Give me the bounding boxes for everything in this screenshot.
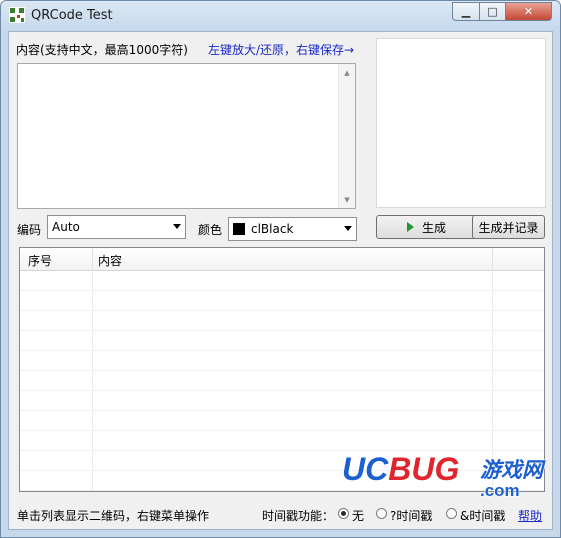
status-hint: 单击列表显示二维码，右键菜单操作 [17,509,210,523]
chevron-down-icon [173,224,181,229]
play-icon [406,222,414,232]
grid-row-line [20,390,544,391]
table-header: 序号 内容 [20,248,544,271]
close-button[interactable]: ✕ [505,2,552,21]
help-link[interactable]: 帮助 [518,507,542,524]
color-label: 颜色 [198,223,223,237]
svg-text:.com: .com [480,481,520,499]
column-header-content[interactable]: 内容 [98,252,122,269]
generate-record-button[interactable]: 生成并记录 [472,215,545,239]
grid-row-line [20,290,544,291]
grid-row-line [20,410,544,411]
timestamp-label: 时间戳功能： [262,509,335,523]
encoding-label: 编码 [17,223,42,237]
qrcode-preview[interactable] [376,38,546,208]
chevron-down-icon [344,226,352,231]
close-icon: ✕ [523,5,534,18]
grid-row-line [20,430,544,431]
svg-text:游戏网: 游戏网 [480,458,546,482]
minimize-icon: ▁ [461,5,471,18]
maximize-icon: □ [487,5,498,18]
timestamp-none-label[interactable]: 无 [352,507,364,524]
title-bar[interactable]: QRCode Test ▁ □ ✕ [1,1,560,31]
timestamp-amp-radio[interactable] [446,508,457,519]
grid-row-line [20,370,544,371]
encoding-value: Auto [52,220,80,234]
timestamp-amp-label[interactable]: &时间戳 [460,507,505,524]
color-select[interactable]: clBlack [228,217,357,241]
minimize-button[interactable]: ▁ [452,2,480,21]
scroll-up-icon[interactable]: ▲ [339,64,355,81]
color-value: clBlack [251,222,294,236]
timestamp-none-radio[interactable] [338,508,349,519]
column-divider [92,248,93,270]
grid-row-line [20,330,544,331]
qrcode-app-icon [9,7,25,23]
content-label: 内容(支持中文，最高1000字符) [16,43,188,57]
column-gridline [92,270,93,491]
maximize-button[interactable]: □ [479,2,506,21]
content-scrollbar[interactable]: ▲ ▼ [338,64,355,208]
scroll-down-icon[interactable]: ▼ [339,191,355,208]
encoding-select[interactable]: Auto [47,215,186,239]
ucbug-watermark-logo: UCBUG 游戏网 .com [341,450,546,499]
svg-text:UCBUG: UCBUG [342,451,459,487]
generate-record-label: 生成并记录 [478,220,539,235]
color-swatch [233,223,245,235]
grid-row-line [20,310,544,311]
content-textarea[interactable]: ▲ ▼ [17,63,356,209]
column-divider [492,248,493,270]
timestamp-question-label[interactable]: ?时间戳 [390,507,432,524]
grid-row-line [20,350,544,351]
app-window: QRCode Test ▁ □ ✕ 内容(支持中文，最高1000字符) 左键放大… [0,0,561,538]
generate-button-label: 生成 [421,220,446,235]
window-title: QRCode Test [31,8,113,23]
generate-button[interactable]: 生成 [376,215,477,239]
column-header-index[interactable]: 序号 [28,252,52,269]
timestamp-question-radio[interactable] [376,508,387,519]
qr-usage-hint: 左键放大/还原，右键保存→ [208,43,355,57]
